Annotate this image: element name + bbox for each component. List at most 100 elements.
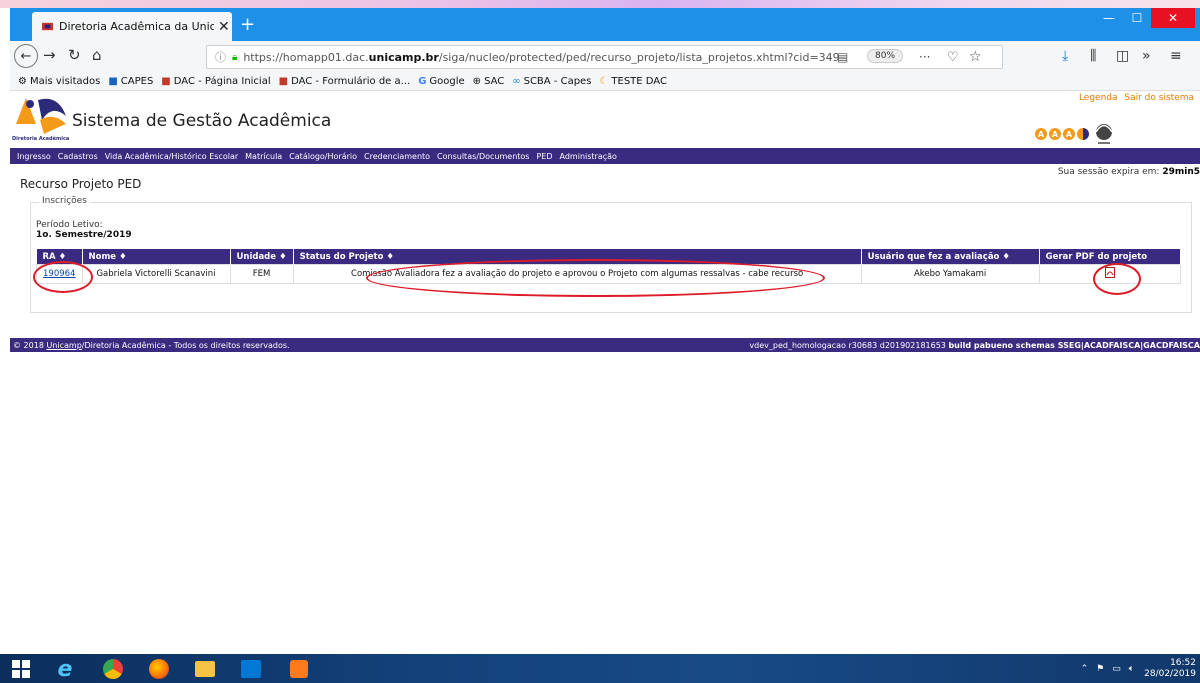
- periodo-value: 1o. Semestre/2019: [36, 230, 132, 240]
- minimize-button[interactable]: —: [1095, 8, 1123, 28]
- menu-catalogo[interactable]: Catálogo/Horário: [289, 152, 357, 161]
- sair-link[interactable]: Sair do sistema: [1124, 93, 1194, 103]
- column-header-usuario[interactable]: Usuário que fez a avaliação ♦: [861, 249, 1040, 265]
- reload-button[interactable]: ↻: [68, 46, 81, 64]
- navigation-toolbar: ← → ↻ ⌂ ⓘ 🔒︎ https://homapp01.dac.unicam…: [10, 41, 1200, 72]
- ra-link[interactable]: 190964: [43, 269, 75, 279]
- menu-cadastros[interactable]: Cadastros: [58, 152, 98, 161]
- desktop-background: [0, 0, 1200, 8]
- pdf-icon[interactable]: [1104, 267, 1115, 278]
- menu-matricula[interactable]: Matrícula: [245, 152, 282, 161]
- dac-favicon-icon: [42, 22, 53, 31]
- main-menu: Ingresso Cadastros Vida Acadêmica/Histór…: [10, 148, 1200, 164]
- dac-icon: ■: [161, 75, 171, 87]
- site-header: Diretoria Acadêmica Sistema de Gestão Ac…: [10, 91, 1200, 147]
- inscricoes-fieldset: Inscrições Período Letivo: 1o. Semestre/…: [30, 196, 1192, 313]
- menu-vida-academica[interactable]: Vida Acadêmica/Histórico Escolar: [105, 152, 238, 161]
- bookmarks-toolbar: ⚙ Mais visitados ■ CAPES ■ DAC - Página Ini…: [10, 72, 1200, 91]
- library-icon[interactable]: ⫼: [1090, 48, 1096, 64]
- home-button[interactable]: ⌂: [92, 46, 102, 64]
- google-icon: G: [418, 75, 427, 87]
- bookmark-dac-inicial[interactable]: ■ DAC - Página Inicial: [161, 76, 270, 87]
- internet-explorer-icon[interactable]: e: [48, 657, 82, 682]
- bookmark-capes[interactable]: ■ CAPES: [108, 76, 153, 87]
- volume-icon[interactable]: 🔈︎: [1129, 664, 1134, 674]
- chrome-icon[interactable]: [96, 657, 130, 681]
- flag-icon[interactable]: ⚑: [1096, 664, 1104, 674]
- new-tab-button[interactable]: +: [240, 14, 255, 35]
- tab-close-icon[interactable]: ✕: [218, 19, 230, 35]
- dac-icon: ■: [278, 75, 289, 87]
- legenda-link[interactable]: Legenda: [1079, 93, 1118, 103]
- app-icon[interactable]: [282, 657, 316, 681]
- address-bar[interactable]: ⓘ 🔒︎ https://homapp01.dac.unicamp.br/sig…: [206, 45, 1003, 69]
- system-tray: ⌃ ⚑ ▭ 🔈︎ 16:52 28/02/2019: [1081, 658, 1196, 680]
- menu-ingresso[interactable]: Ingresso: [17, 152, 51, 161]
- tab-title: Diretoria Acadêmica da Unicam: [59, 20, 214, 33]
- pocket-icon[interactable]: ♡: [947, 50, 959, 65]
- menu-ped[interactable]: PED: [536, 152, 552, 161]
- tab-bar: Diretoria Acadêmica da Unicam ✕ + — ☐ ✕: [10, 8, 1200, 41]
- gear-icon: ⚙: [18, 75, 27, 87]
- hamburger-menu-icon[interactable]: ≡: [1170, 48, 1182, 64]
- bookmark-dac-formulario[interactable]: ■ DAC - Formulário de a...: [279, 76, 411, 87]
- capes-icon: ■: [108, 75, 118, 87]
- page-title: Recurso Projeto PED: [20, 177, 142, 191]
- table-header-row: RA ♦ Nome ♦ Unidade ♦ Status do Projeto …: [36, 249, 1182, 265]
- page-actions-button[interactable]: ···: [919, 50, 930, 64]
- file-explorer-icon[interactable]: [188, 657, 222, 681]
- session-timer: Sua sessão expira em: 29min5: [1057, 167, 1200, 177]
- reader-view-icon[interactable]: ▤: [837, 50, 848, 64]
- bookmark-sac[interactable]: ⊕ SAC: [473, 76, 505, 87]
- url-text[interactable]: https://homapp01.dac.unicamp.br/siga/nuc…: [243, 51, 839, 64]
- teste-icon: ☾: [599, 75, 609, 87]
- column-header-status[interactable]: Status do Projeto ♦: [293, 249, 862, 265]
- windows-start-icon[interactable]: [4, 657, 38, 681]
- back-button[interactable]: ←: [14, 44, 38, 68]
- cell-ra: 190964: [36, 264, 83, 284]
- column-header-pdf: Gerar PDF do projeto: [1039, 249, 1182, 265]
- maximize-button[interactable]: ☐: [1123, 8, 1151, 28]
- info-icon[interactable]: ⓘ: [215, 49, 226, 65]
- header-links: Legenda Sair do sistema: [1075, 93, 1194, 103]
- footer-build-info: vdev_ped_homologacao r30683 d20190218165…: [749, 340, 1200, 350]
- scba-icon: ∞: [512, 75, 521, 87]
- logo-subtitle: Diretoria Acadêmica: [12, 136, 70, 142]
- globe-icon: ⊕: [472, 75, 482, 87]
- system-title: Sistema de Gestão Acadêmica: [72, 111, 332, 131]
- firefox-icon[interactable]: [142, 657, 176, 681]
- bookmark-teste-dac[interactable]: ☾ TESTE DAC: [599, 76, 667, 87]
- bookmark-scba[interactable]: ∞ SCBA - Capes: [512, 76, 591, 87]
- bookmark-mais-visitados[interactable]: ⚙ Mais visitados: [18, 76, 100, 87]
- dac-logo[interactable]: [12, 94, 72, 140]
- downloads-icon[interactable]: ⤓: [1062, 48, 1068, 64]
- column-header-ra[interactable]: RA ♦: [36, 249, 83, 265]
- windows-taskbar: e ⌃ ⚑ ▭ 🔈︎ 16:52 28/02/2019: [0, 654, 1200, 683]
- column-header-unidade[interactable]: Unidade ♦: [230, 249, 294, 265]
- bookmark-star-icon[interactable]: ☆: [969, 49, 982, 65]
- tray-up-arrow-icon[interactable]: ⌃: [1081, 664, 1089, 674]
- unicamp-emblem-icon: [1095, 124, 1113, 144]
- circle-a-icon: A: [1035, 128, 1047, 140]
- lock-icon: 🔒︎: [232, 51, 238, 63]
- projects-table: RA ♦ Nome ♦ Unidade ♦ Status do Projeto …: [36, 249, 1182, 284]
- overflow-menu-icon[interactable]: »: [1142, 48, 1151, 64]
- cell-status: Comissão Avaliadora fez a avaliação do p…: [292, 264, 862, 284]
- close-window-button[interactable]: ✕: [1151, 8, 1195, 28]
- clock[interactable]: 16:52 28/02/2019: [1144, 658, 1196, 680]
- column-header-nome[interactable]: Nome ♦: [82, 249, 231, 265]
- browser-tab[interactable]: Diretoria Acadêmica da Unicam ✕: [32, 12, 232, 41]
- sidebar-icon[interactable]: ◫: [1116, 48, 1129, 64]
- menu-administracao[interactable]: Administração: [560, 152, 617, 161]
- table-row: 190964 Gabriela Victorelli Scanavini FEM…: [36, 264, 1182, 284]
- cell-unidade: FEM: [229, 264, 294, 284]
- outlook-icon[interactable]: [234, 657, 268, 681]
- bookmark-google[interactable]: G Google: [418, 76, 464, 87]
- zoom-indicator[interactable]: 80%: [867, 49, 904, 63]
- unicamp-link[interactable]: Unicamp: [46, 341, 81, 350]
- network-icon[interactable]: ▭: [1112, 664, 1121, 674]
- menu-credenciamento[interactable]: Credenciamento: [364, 152, 430, 161]
- menu-consultas[interactable]: Consultas/Documentos: [437, 152, 529, 161]
- forward-button[interactable]: →: [43, 46, 56, 64]
- footer-copyright: © 2018 Unicamp/Diretoria Acadêmica - Tod…: [13, 340, 290, 350]
